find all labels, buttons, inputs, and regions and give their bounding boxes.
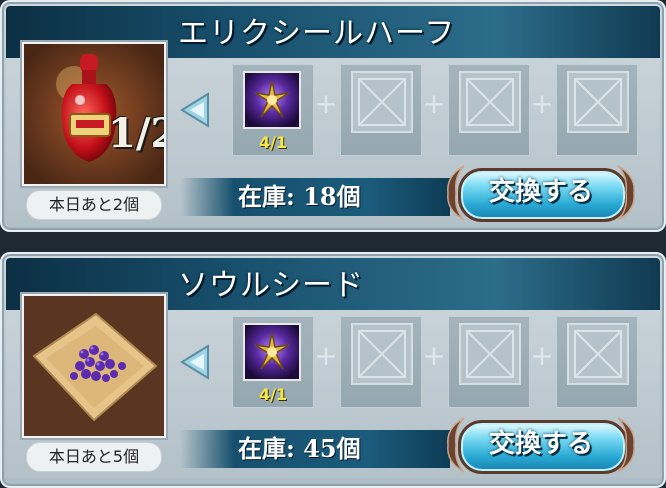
empty-slot xyxy=(556,64,638,156)
plus-icon: + xyxy=(530,339,554,372)
item-title: エリクシールハーフ xyxy=(178,16,456,51)
exchange-card-elixir: エリクシールハーフ 1/2 xyxy=(0,0,666,232)
plus-icon: + xyxy=(422,339,446,372)
elixir-half-icon: 1/2 xyxy=(22,42,166,186)
stock-count: 在庫: 18個 xyxy=(238,182,361,211)
exchange-button-label: 交換する xyxy=(488,429,593,459)
plus-icon: + xyxy=(422,87,446,120)
empty-slot-icon xyxy=(567,71,629,133)
arrow-left-icon[interactable] xyxy=(176,342,216,382)
ornament-right-icon xyxy=(617,165,635,221)
empty-slot xyxy=(340,64,422,156)
required-slot[interactable]: 4/1 xyxy=(232,64,314,156)
exchange-card-soul-seed: ソウルシード 本日あと5個 4/1 + + + 在庫: 45個 交換する xyxy=(0,252,666,488)
exchange-button[interactable]: 交換する xyxy=(444,414,638,476)
daily-limit-badge: 本日あと2個 xyxy=(26,190,162,220)
soul-seed-icon xyxy=(22,294,166,438)
exchange-button[interactable]: 交換する xyxy=(444,162,638,224)
arrow-left-icon[interactable] xyxy=(176,90,216,130)
plus-icon: + xyxy=(314,87,338,120)
item-title: ソウルシード xyxy=(178,268,364,303)
empty-slot-icon xyxy=(459,323,521,385)
empty-slot xyxy=(556,316,638,408)
stock-count: 在庫: 45個 xyxy=(238,434,361,463)
ornament-right-icon xyxy=(617,417,635,473)
empty-slot xyxy=(448,64,530,156)
daily-limit-badge: 本日あと5個 xyxy=(26,442,162,472)
empty-slot xyxy=(448,316,530,408)
exchange-button-label: 交換する xyxy=(488,177,593,207)
plus-icon: + xyxy=(530,87,554,120)
empty-slot-icon xyxy=(459,71,521,133)
empty-slot xyxy=(340,316,422,408)
empty-slot-icon xyxy=(351,71,413,133)
required-slot[interactable]: 4/1 xyxy=(232,316,314,408)
required-count: 4/1 xyxy=(258,133,288,152)
empty-slot-icon xyxy=(351,323,413,385)
half-fraction-label: 1/2 xyxy=(108,110,164,157)
gold-key-orb-icon xyxy=(243,71,301,129)
plus-icon: + xyxy=(314,339,338,372)
gold-key-orb-icon xyxy=(243,323,301,381)
required-count: 4/1 xyxy=(258,385,288,404)
empty-slot-icon xyxy=(567,323,629,385)
